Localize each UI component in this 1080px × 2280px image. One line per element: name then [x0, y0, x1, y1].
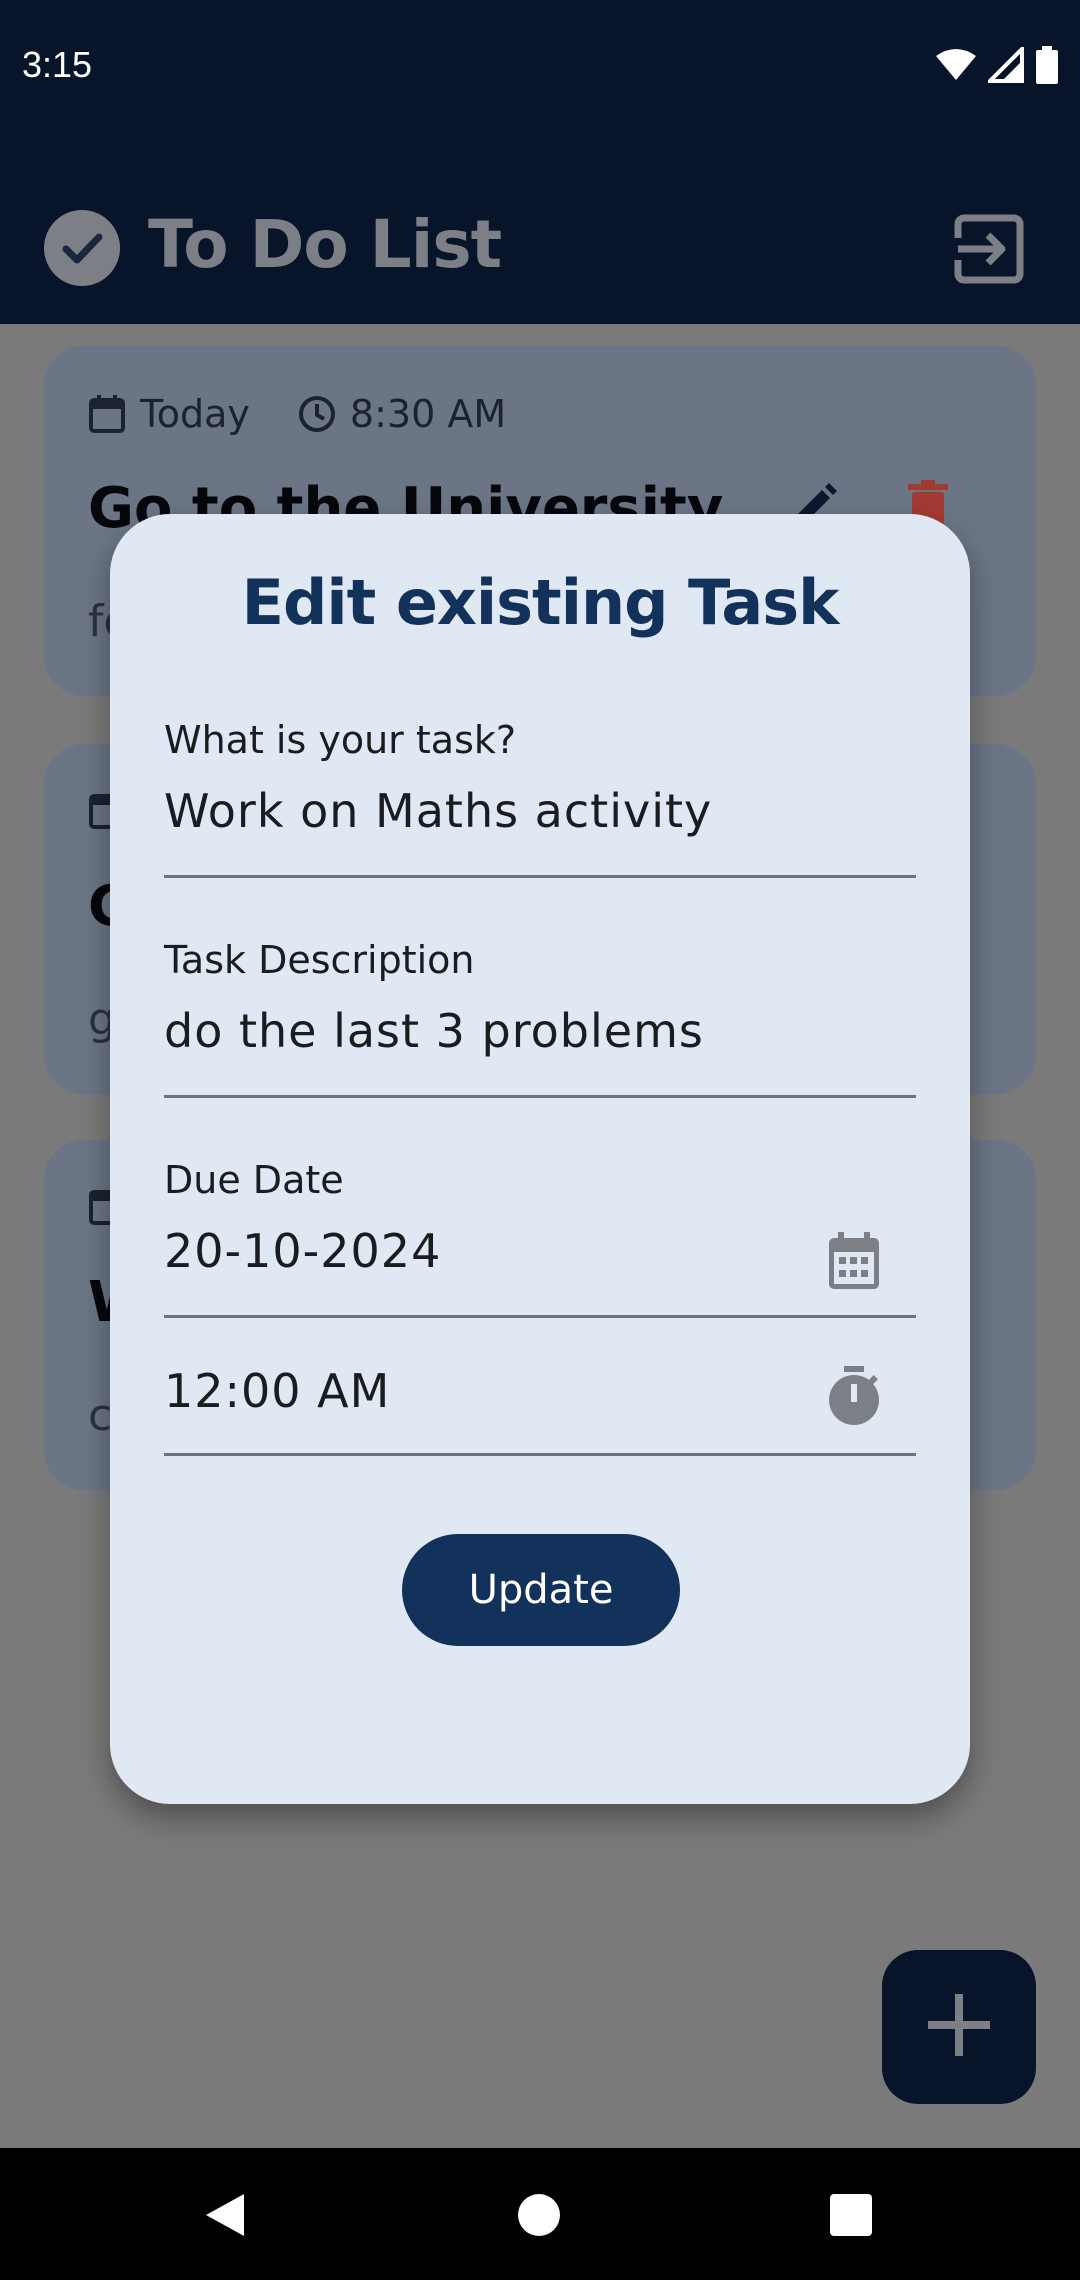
due-time-field[interactable]: 12:00 AM: [164, 1336, 916, 1456]
task-date: Today: [140, 392, 250, 436]
task-meta: Today 8:30 AM: [88, 392, 506, 436]
task-name-label: What is your task?: [164, 718, 517, 762]
status-bar: 3:15: [0, 0, 1080, 136]
home-icon[interactable]: [518, 2194, 560, 2236]
due-date-label: Due Date: [164, 1158, 344, 1202]
back-icon[interactable]: [204, 2192, 246, 2242]
calendar-icon: [88, 394, 126, 434]
task-name-input[interactable]: Work on Maths activity: [164, 784, 712, 838]
app-bar: To Do List: [0, 136, 1080, 324]
task-time: 8:30 AM: [349, 392, 507, 436]
edit-task-dialog: Edit existing Task What is your task? Wo…: [110, 514, 970, 1804]
due-date-field[interactable]: Due Date 20-10-2024: [164, 1140, 916, 1318]
due-date-input[interactable]: 20-10-2024: [164, 1224, 441, 1278]
dialog-title: Edit existing Task: [241, 566, 840, 639]
check-circle-icon: [44, 210, 120, 286]
update-button[interactable]: Update: [402, 1534, 680, 1646]
task-description: c: [88, 1390, 113, 1441]
recents-icon[interactable]: [830, 2194, 872, 2236]
status-icons: [936, 44, 1058, 88]
battery-icon: [1036, 46, 1058, 88]
plus-icon: [924, 1990, 994, 2064]
task-description-input[interactable]: do the last 3 problems: [164, 1004, 704, 1058]
task-description-field[interactable]: Task Description do the last 3 problems: [164, 920, 916, 1098]
status-time: 3:15: [22, 44, 93, 85]
timer-icon[interactable]: [828, 1366, 880, 1430]
calendar-picker-icon[interactable]: [828, 1232, 880, 1294]
add-task-button[interactable]: [882, 1950, 1036, 2104]
signal-icon: [985, 44, 1024, 87]
wifi-icon: [936, 48, 976, 86]
task-description-label: Task Description: [164, 938, 475, 982]
logout-icon[interactable]: [954, 214, 1024, 288]
task-name-field[interactable]: What is your task? Work on Maths activit…: [164, 700, 916, 878]
clock-icon: [298, 395, 336, 433]
app-title: To Do List: [148, 206, 502, 283]
system-nav-bar: [0, 2148, 1080, 2280]
due-time-input[interactable]: 12:00 AM: [164, 1364, 390, 1418]
